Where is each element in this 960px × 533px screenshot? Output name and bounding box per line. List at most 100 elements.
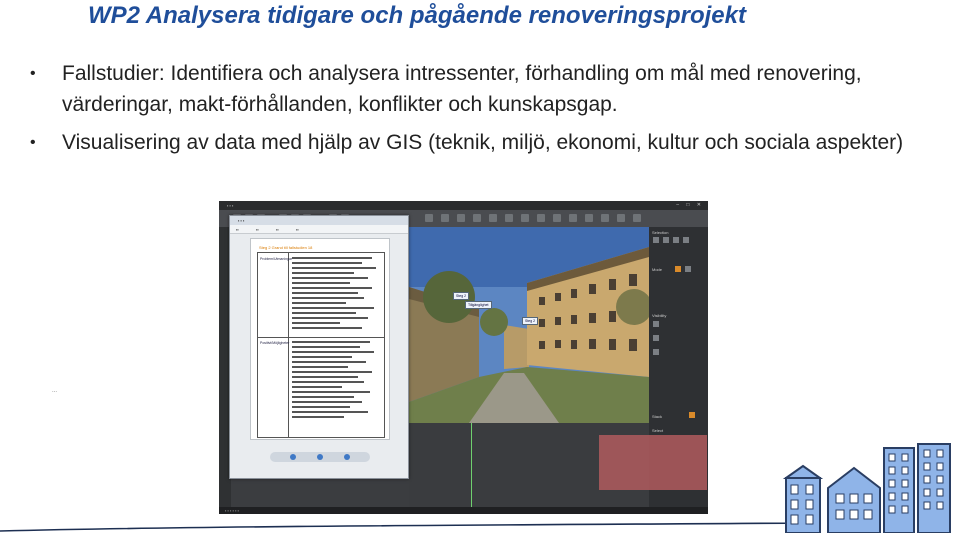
toolbar-icon[interactable] (473, 214, 481, 222)
bullet-dot-icon: • (30, 65, 36, 82)
bullet-item: • Fallstudier: Identifiera och analysera… (30, 58, 950, 120)
slide-title: WP2 Analysera tidigare och pågående reno… (88, 2, 746, 29)
menu-item[interactable]: ▪▪ (236, 227, 239, 232)
text-line (292, 401, 362, 403)
text-line (292, 376, 358, 378)
text-line (292, 416, 344, 418)
select-tool-icon[interactable] (653, 237, 659, 243)
text-line (292, 272, 354, 274)
menu-item[interactable]: ▪▪ (276, 227, 279, 232)
text-line (292, 282, 350, 284)
document-menubar: ▪▪ ▪▪ ▪▪ ▪▪ (230, 225, 408, 234)
toolbar-icon[interactable] (617, 214, 625, 222)
status-bar: ▪ ▪ ▪ ▪ ▪ ▪ (219, 507, 708, 514)
document-page: Steg 2 Grand till fallstudien 18 Problem… (250, 238, 390, 440)
playback-controls-icon[interactable] (270, 452, 370, 462)
street-view-scene[interactable] (409, 227, 649, 423)
text-line (292, 351, 374, 353)
visibility-toggle-icon[interactable] (653, 335, 659, 341)
toolbar-icon[interactable] (425, 214, 433, 222)
street-scene-graphic (409, 227, 649, 423)
table-row-label: Positivt/Möjligheter (260, 341, 290, 345)
mode-label: Mode (652, 267, 663, 272)
panel-heading-selection: Selection (652, 230, 669, 235)
mode-toggle-icon[interactable] (675, 266, 681, 272)
text-line (292, 262, 362, 264)
text-line (292, 327, 362, 329)
next-icon[interactable] (344, 454, 350, 460)
map-callout[interactable]: Steg 2 (453, 292, 470, 300)
timeline-range-highlight (599, 435, 707, 490)
document-heading: Steg 2 Grand till fallstudien 18 (259, 245, 313, 250)
toolbar-icon[interactable] (601, 214, 609, 222)
text-line (292, 406, 350, 408)
text-line (292, 257, 372, 259)
document-title: ▪ ▪ ▪ (238, 218, 245, 223)
bullet-list: • Fallstudier: Identifiera och analysera… (30, 58, 950, 165)
text-line (292, 396, 354, 398)
bullet-item: • Visualisering av data med hjälp av GIS… (30, 127, 950, 158)
menu-item[interactable]: ▪▪ (256, 227, 259, 232)
toolbar-icon[interactable] (521, 214, 529, 222)
text-line (292, 391, 370, 393)
visibility-toggle-icon[interactable] (653, 321, 659, 327)
buildings-illustration-icon (782, 443, 951, 533)
timeline-playhead[interactable] (471, 423, 472, 507)
text-line (292, 371, 372, 373)
text-line (292, 346, 360, 348)
toolbar-icon[interactable] (553, 214, 561, 222)
text-line (292, 322, 340, 324)
select-tool-icon[interactable] (663, 237, 669, 243)
table-divider (258, 337, 384, 338)
document-viewer-window[interactable]: ▪ ▪ ▪ ▪▪ ▪▪ ▪▪ ▪▪ Steg 2 Grand till fall… (229, 215, 409, 479)
text-line (292, 302, 346, 304)
text-line (292, 307, 374, 309)
document-titlebar: ▪ ▪ ▪ (230, 216, 408, 225)
text-line (292, 267, 376, 269)
bullet-dot-icon: • (30, 134, 36, 151)
text-line (292, 361, 366, 363)
text-line (292, 317, 368, 319)
text-line (292, 411, 368, 413)
window-controls-icon[interactable]: – □ ✕ (676, 202, 704, 208)
text-line (292, 297, 364, 299)
table-divider (288, 253, 289, 437)
previous-icon[interactable] (290, 454, 296, 460)
document-table: Problem/Utmaningar Positivt/Möjligheter (257, 252, 385, 438)
text-line (292, 356, 352, 358)
toolbar-icon[interactable] (537, 214, 545, 222)
text-line (292, 386, 342, 388)
text-line (292, 312, 356, 314)
mode-toggle-icon[interactable] (685, 266, 691, 272)
map-callout[interactable]: Steg 2 (522, 317, 539, 325)
toolbar-icon[interactable] (505, 214, 513, 222)
map-callout[interactable]: Tillgänglighet (465, 301, 492, 309)
app-titlebar: ▪ ▪ ▪ – □ ✕ (219, 201, 708, 210)
stack-button-icon[interactable] (689, 412, 695, 418)
select-tab[interactable]: Select (652, 428, 663, 433)
toolbar-icon[interactable] (633, 214, 641, 222)
toolbar-icon[interactable] (569, 214, 577, 222)
select-tool-icon[interactable] (673, 237, 679, 243)
app-window-title: ▪ ▪ ▪ (227, 203, 234, 208)
status-text: ▪ ▪ ▪ ▪ ▪ ▪ (225, 508, 240, 513)
horizon-line (0, 522, 820, 532)
toolbar-icon[interactable] (585, 214, 593, 222)
stack-label: Stack (652, 414, 663, 419)
toolbar-icon[interactable] (457, 214, 465, 222)
toolbar-icon[interactable] (489, 214, 497, 222)
toolbar-icon[interactable] (441, 214, 449, 222)
text-line (292, 292, 358, 294)
text-line (292, 366, 348, 368)
text-line (292, 277, 368, 279)
panel-heading-visibility: Visibility (652, 313, 667, 318)
text-line (292, 287, 372, 289)
menu-item[interactable]: ▪▪ (296, 227, 299, 232)
side-mark: ... (52, 388, 58, 394)
bullet-text: Fallstudier: Identifiera och analysera i… (62, 62, 862, 116)
table-row-label: Problem/Utmaningar (260, 257, 293, 261)
select-tool-icon[interactable] (683, 237, 689, 243)
play-icon[interactable] (317, 454, 323, 460)
text-line (292, 341, 370, 343)
visibility-toggle-icon[interactable] (653, 349, 659, 355)
